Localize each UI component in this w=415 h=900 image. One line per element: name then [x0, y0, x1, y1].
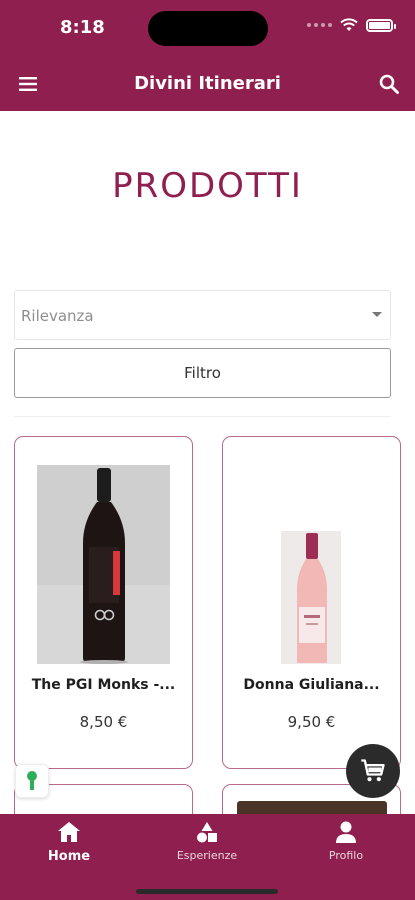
- tab-esperienze[interactable]: Esperienze: [170, 820, 244, 862]
- product-price: 9,50 €: [287, 713, 336, 731]
- product-image-rose-wine-bottle: [281, 531, 341, 664]
- product-image-red-wine-bottle: [37, 465, 170, 664]
- tab-home[interactable]: Home: [44, 820, 94, 864]
- product-card[interactable]: Donna Giuliana... 9,50 €: [222, 436, 401, 769]
- accessibility-tab[interactable]: [15, 764, 49, 798]
- tab-profilo-label: Profilo: [328, 849, 364, 862]
- tab-home-label: Home: [47, 849, 91, 864]
- status-time: 8:18: [60, 17, 105, 38]
- shapes-icon: [197, 822, 217, 843]
- keyhole-icon: [27, 771, 37, 790]
- home-indicator: [136, 889, 278, 894]
- filter-button[interactable]: Filtro: [14, 348, 391, 398]
- person-icon: [336, 821, 356, 843]
- product-name: The PGI Monks -...: [31, 677, 176, 693]
- dynamic-island: [148, 11, 268, 46]
- cart-button[interactable]: [346, 744, 400, 798]
- app-title: Divini Itinerari: [134, 73, 281, 94]
- battery-icon: [366, 18, 396, 32]
- bottom-tab-bar: Home Esperienze Profilo: [0, 814, 415, 900]
- tab-profilo[interactable]: Profilo: [318, 820, 374, 862]
- chevron-down-icon: [372, 312, 382, 317]
- app-header: 8:18 Divini Itinerari: [0, 0, 415, 111]
- page-title: PRODOTTI: [112, 166, 303, 206]
- status-icons: [307, 18, 396, 32]
- cart-icon: [361, 759, 385, 782]
- product-price: 8,50 €: [79, 713, 128, 731]
- signal-icon: [307, 23, 332, 27]
- product-card[interactable]: The PGI Monks -... 8,50 €: [14, 436, 193, 769]
- tab-esperienze-label: Esperienze: [176, 849, 238, 862]
- sort-selected-value: Rilevanza: [21, 307, 94, 325]
- sort-select[interactable]: Rilevanza: [14, 290, 391, 340]
- product-name: Donna Giuliana...: [243, 677, 380, 693]
- home-icon: [58, 822, 80, 842]
- search-icon[interactable]: [377, 72, 401, 96]
- wifi-icon: [340, 18, 358, 31]
- divider: [14, 416, 391, 417]
